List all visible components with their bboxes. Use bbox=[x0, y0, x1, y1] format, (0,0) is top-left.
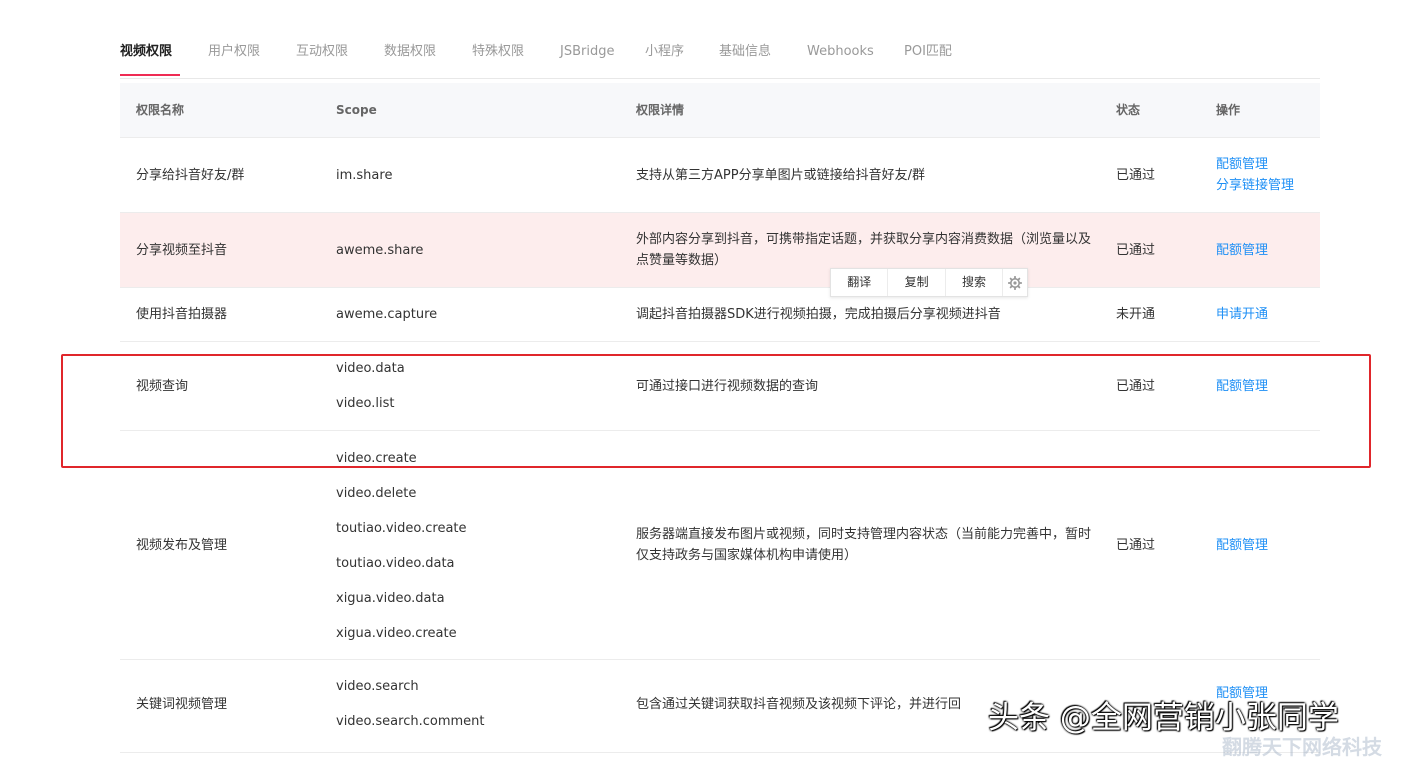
row-actions: 配额管理 分享链接管理 bbox=[1216, 154, 1320, 196]
scope-value: toutiao.video.create bbox=[336, 521, 467, 536]
permission-name: 使用抖音拍摄器 bbox=[136, 307, 228, 322]
header-ops: 操作 bbox=[1216, 103, 1241, 117]
status-text: 已通过 bbox=[1116, 243, 1156, 258]
tab-webhooks[interactable]: Webhooks bbox=[807, 42, 874, 62]
tab-poi-match[interactable]: POI匹配 bbox=[904, 42, 952, 62]
table-row: 使用抖音拍摄器 aweme.capture 调起抖音拍摄器SDK进行视频拍摄，完… bbox=[120, 288, 1320, 342]
header-detail: 权限详情 bbox=[636, 103, 685, 117]
search-button[interactable]: 搜索 bbox=[946, 269, 1004, 296]
status-text: 未开通 bbox=[1116, 307, 1156, 322]
table-row: 视频查询 video.data video.list 可通过接口进行视频数据的查… bbox=[120, 342, 1320, 431]
scope-value: video.search.comment bbox=[336, 714, 485, 729]
quota-management-link[interactable]: 配额管理 bbox=[1216, 240, 1320, 261]
table-row: 视频发布及管理 video.create video.delete toutia… bbox=[120, 431, 1320, 660]
permission-detail: 可通过接口进行视频数据的查询 bbox=[636, 379, 819, 394]
translate-button[interactable]: 翻译 bbox=[831, 269, 889, 296]
scope-value: video.data bbox=[336, 361, 405, 376]
permission-detail: 调起抖音拍摄器SDK进行视频拍摄，完成拍摄后分享视频进抖音 bbox=[636, 307, 1001, 322]
permission-tabs: 视频权限 用户权限 互动权限 数据权限 特殊权限 JSBridge 小程序 基础… bbox=[120, 30, 1320, 79]
permission-name: 视频发布及管理 bbox=[136, 538, 228, 553]
apply-activation-link[interactable]: 申请开通 bbox=[1216, 304, 1320, 325]
share-link-management-link[interactable]: 分享链接管理 bbox=[1216, 175, 1320, 196]
scope-value: toutiao.video.data bbox=[336, 556, 455, 571]
scope-list: video.create video.delete toutiao.video.… bbox=[336, 441, 606, 651]
scope-value: xigua.video.create bbox=[336, 626, 457, 641]
tab-basic-info[interactable]: 基础信息 bbox=[719, 42, 771, 62]
quota-management-link[interactable]: 配额管理 bbox=[1216, 535, 1320, 556]
row-actions: 配额管理 bbox=[1216, 376, 1320, 397]
permission-name: 分享视频至抖音 bbox=[136, 243, 228, 258]
text-selection-popup: 翻译 复制 搜索 bbox=[830, 268, 1028, 297]
header-scope: Scope bbox=[336, 103, 377, 117]
table-row: 分享视频至抖音 aweme.share 外部内容分享到抖音，可携带指定话题，并获… bbox=[120, 213, 1320, 288]
scope-value: xigua.video.data bbox=[336, 591, 445, 606]
gear-icon[interactable] bbox=[1003, 269, 1027, 296]
scope-list: video.search video.search.comment bbox=[336, 669, 606, 739]
quota-management-link[interactable]: 配额管理 bbox=[1216, 154, 1320, 175]
tab-interaction-permissions[interactable]: 互动权限 bbox=[296, 42, 348, 62]
scope-value: video.search bbox=[336, 679, 419, 694]
quota-management-link[interactable]: 配额管理 bbox=[1216, 376, 1320, 397]
permission-detail: 服务器端直接发布图片或视频，同时支持管理内容状态（当前能力完善中，暂时仅支持政务… bbox=[636, 527, 1092, 563]
status-text: 已通过 bbox=[1116, 379, 1156, 394]
watermark-text: 头条 @全网营销小张同学 bbox=[988, 700, 1339, 736]
permission-name: 视频查询 bbox=[136, 379, 189, 394]
scope-value: video.delete bbox=[336, 486, 417, 501]
copy-button[interactable]: 复制 bbox=[888, 269, 946, 296]
permission-detail: 支持从第三方APP分享单图片或链接给抖音好友/群 bbox=[636, 168, 925, 183]
scope-list: video.data video.list bbox=[336, 351, 606, 421]
status-text: 已通过 bbox=[1116, 168, 1156, 183]
scope-value: im.share bbox=[336, 168, 393, 183]
permission-name: 关键词视频管理 bbox=[136, 697, 228, 712]
permission-detail: 外部内容分享到抖音，可携带指定话题，并获取分享内容消费数据（浏览量以及点赞量等数… bbox=[636, 232, 1092, 268]
tab-special-permissions[interactable]: 特殊权限 bbox=[472, 42, 524, 62]
header-status: 状态 bbox=[1116, 103, 1141, 117]
scope-value: video.list bbox=[336, 396, 395, 411]
row-actions: 申请开通 bbox=[1216, 304, 1320, 325]
scope-value: aweme.capture bbox=[336, 307, 438, 322]
active-tab-indicator bbox=[120, 74, 180, 76]
table-header: 权限名称 Scope 权限详情 状态 操作 bbox=[120, 83, 1320, 138]
status-text: 已通过 bbox=[1116, 538, 1156, 553]
table-row: 分享给抖音好友/群 im.share 支持从第三方APP分享单图片或链接给抖音好… bbox=[120, 138, 1320, 213]
tab-video-permissions[interactable]: 视频权限 bbox=[120, 42, 172, 62]
tab-user-permissions[interactable]: 用户权限 bbox=[208, 42, 260, 62]
tab-jsbridge[interactable]: JSBridge bbox=[560, 42, 614, 62]
scope-value: video.create bbox=[336, 451, 417, 466]
scope-value: aweme.share bbox=[336, 243, 424, 258]
tab-data-permissions[interactable]: 数据权限 bbox=[384, 42, 436, 62]
row-actions: 配额管理 bbox=[1216, 240, 1320, 261]
header-name: 权限名称 bbox=[136, 103, 185, 117]
tab-mini-program[interactable]: 小程序 bbox=[645, 42, 684, 62]
permission-name: 分享给抖音好友/群 bbox=[136, 168, 245, 183]
row-actions: 配额管理 bbox=[1216, 535, 1320, 556]
